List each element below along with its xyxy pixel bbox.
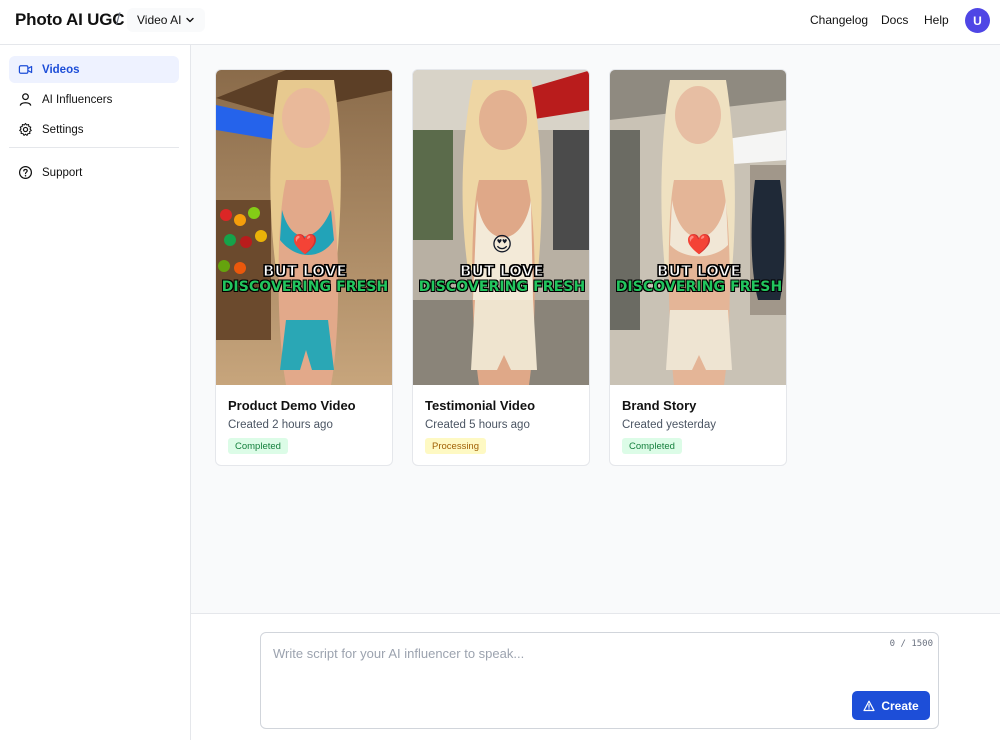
thumbnail-emoji: 😍 xyxy=(491,234,513,256)
video-thumbnail: ❤️ BUT LOVE DISCOVERING FRESH xyxy=(610,70,786,385)
video-created-time: Created yesterday xyxy=(622,419,716,431)
video-created-time: Created 5 hours ago xyxy=(425,419,530,431)
video-created-time: Created 2 hours ago xyxy=(228,419,333,431)
status-badge: Completed xyxy=(228,438,288,454)
user-icon xyxy=(19,93,32,106)
thumbnail-caption-line-2: DISCOVERING FRESH xyxy=(221,279,389,295)
sidebar: Videos AI Influencers Settings Support xyxy=(0,45,191,740)
create-button-label: Create xyxy=(881,698,919,713)
help-link[interactable]: Help xyxy=(924,13,949,27)
video-thumbnail: 😍 BUT LOVE DISCOVERING FRESH xyxy=(413,70,589,385)
chevron-down-icon xyxy=(186,17,194,23)
script-input[interactable] xyxy=(273,643,873,663)
docs-link[interactable]: Docs xyxy=(881,13,908,27)
gear-icon xyxy=(19,122,32,136)
status-badge: Completed xyxy=(622,438,682,454)
changelog-link[interactable]: Changelog xyxy=(810,13,868,27)
thumbnail-caption-line-2: DISCOVERING FRESH xyxy=(615,279,783,295)
thumbnail-caption-line-1: BUT LOVE xyxy=(460,262,545,281)
sidebar-item-settings[interactable]: Settings xyxy=(9,116,179,143)
product-selector-label: Video AI xyxy=(137,13,182,27)
video-card[interactable]: ❤️ BUT LOVE DISCOVERING FRESH Brand Stor… xyxy=(609,69,787,466)
brand-logo-text[interactable]: Photo AI UGC xyxy=(15,10,125,30)
sidebar-item-label: Settings xyxy=(42,123,84,136)
top-header: Photo AI UGC / Video AI Changelog Docs H… xyxy=(0,0,1000,45)
product-selector-dropdown[interactable]: Video AI xyxy=(127,8,205,32)
create-button[interactable]: Create xyxy=(852,691,930,720)
script-composer-area: 0 / 1500 Create xyxy=(191,613,1000,740)
video-card[interactable]: 😍 BUT LOVE DISCOVERING FRESH Testimonial… xyxy=(412,69,590,466)
status-badge: Processing xyxy=(425,438,486,454)
video-camera-icon xyxy=(18,65,33,74)
warning-triangle-icon xyxy=(863,700,875,711)
video-thumbnail: ❤️ BUT LOVE DISCOVERING FRESH xyxy=(216,70,392,385)
sidebar-item-label: AI Influencers xyxy=(42,93,113,106)
thumbnail-caption-line-1: BUT LOVE xyxy=(263,262,348,281)
video-card[interactable]: ❤️ BUT LOVE DISCOVERING FRESH Product De… xyxy=(215,69,393,466)
script-composer: 0 / 1500 Create xyxy=(260,632,939,729)
sidebar-item-support[interactable]: Support xyxy=(9,159,179,186)
question-circle-icon xyxy=(18,165,33,180)
character-counter: 0 / 1500 xyxy=(889,639,933,649)
video-title: Testimonial Video xyxy=(425,398,536,413)
sidebar-item-ai-influencers[interactable]: AI Influencers xyxy=(9,86,179,113)
thumbnail-emoji: ❤️ xyxy=(686,234,712,256)
thumbnail-emoji: ❤️ xyxy=(292,234,318,256)
breadcrumb-separator: / xyxy=(116,11,121,28)
video-gallery: ❤️ BUT LOVE DISCOVERING FRESH Product De… xyxy=(191,45,1000,613)
user-avatar[interactable]: U xyxy=(965,8,990,33)
video-title: Brand Story xyxy=(622,398,697,413)
sidebar-item-label: Videos xyxy=(42,63,80,76)
sidebar-divider xyxy=(9,147,179,148)
thumbnail-caption-line-1: BUT LOVE xyxy=(657,262,742,281)
video-title: Product Demo Video xyxy=(228,398,356,413)
thumbnail-caption-line-2: DISCOVERING FRESH xyxy=(418,279,586,295)
sidebar-item-label: Support xyxy=(42,166,83,179)
sidebar-item-videos[interactable]: Videos xyxy=(9,56,179,83)
